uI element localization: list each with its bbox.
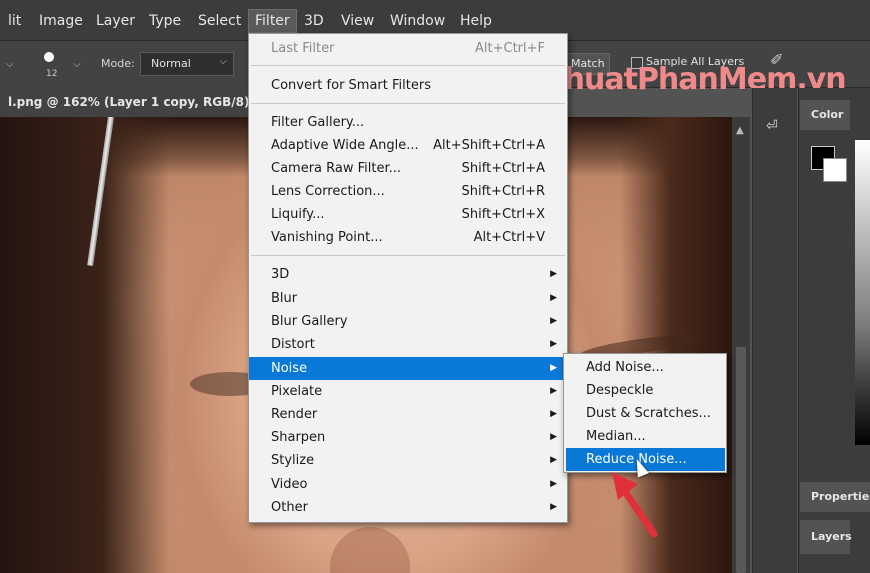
submenu-arrow-icon: ▶ xyxy=(550,479,557,489)
submenu-item-median[interactable]: Median... xyxy=(564,425,726,448)
menu-image[interactable]: Image xyxy=(33,10,89,32)
menu-item-distort[interactable]: Distort ▶ xyxy=(249,333,567,356)
vertical-scrollbar[interactable]: ▲ xyxy=(732,117,750,573)
menu-item-sharpen[interactable]: Sharpen ▶ xyxy=(249,426,567,449)
submenu-arrow-icon: ▶ xyxy=(550,409,557,419)
menu-item-adaptive-wide-angle[interactable]: Adaptive Wide Angle... Alt+Shift+Ctrl+A xyxy=(249,134,567,157)
menu-item-stylize[interactable]: Stylize ▶ xyxy=(249,449,567,472)
background-color-swatch[interactable] xyxy=(823,158,847,182)
menu-edit[interactable]: lit xyxy=(2,10,27,32)
filter-menu: Last Filter Alt+Ctrl+F Convert for Smart … xyxy=(248,33,568,523)
chevron-down-icon: ⌵ xyxy=(219,56,227,67)
submenu-arrow-icon: ▶ xyxy=(550,339,557,349)
photo-hair-left xyxy=(0,117,170,573)
submenu-arrow-icon: ▶ xyxy=(550,386,557,396)
mode-select[interactable]: Normal ⌵ xyxy=(140,52,234,76)
menu-item-vanishing-point[interactable]: Vanishing Point... Alt+Ctrl+V xyxy=(249,226,567,249)
menu-item-blur[interactable]: Blur ▶ xyxy=(249,287,567,310)
menu-view[interactable]: View xyxy=(335,10,380,32)
menu-item-3d[interactable]: 3D ▶ xyxy=(249,263,567,286)
menu-item-convert-smart-filters[interactable]: Convert for Smart Filters xyxy=(249,74,567,97)
history-icon[interactable]: ⏎ xyxy=(766,118,778,134)
menu-item-other[interactable]: Other ▶ xyxy=(249,496,567,519)
submenu-item-despeckle[interactable]: Despeckle xyxy=(564,379,726,402)
brush-size: 12 xyxy=(46,69,58,79)
submenu-arrow-icon: ▶ xyxy=(550,455,557,465)
submenu-arrow-icon: ▶ xyxy=(550,316,557,326)
menu-item-liquify[interactable]: Liquify... Shift+Ctrl+X xyxy=(249,203,567,226)
menu-item-last-filter: Last Filter Alt+Ctrl+F xyxy=(271,41,545,56)
menu-item-video[interactable]: Video ▶ xyxy=(249,473,567,496)
color-picker-field[interactable] xyxy=(855,140,870,445)
submenu-arrow-icon: ▶ xyxy=(550,293,557,303)
tab-layers[interactable]: Layers xyxy=(800,520,852,554)
menu-filter[interactable]: Filter xyxy=(248,9,297,33)
menu-help[interactable]: Help xyxy=(454,10,498,32)
menu-separator xyxy=(251,103,565,104)
menu-type[interactable]: Type xyxy=(143,10,187,32)
menu-item-camera-raw[interactable]: Camera Raw Filter... Shift+Ctrl+A xyxy=(249,157,567,180)
chevron-down-icon[interactable]: ⌵ xyxy=(6,59,14,70)
menu-item-noise[interactable]: Noise ▶ xyxy=(249,357,567,380)
red-annotation-arrow-icon xyxy=(612,472,658,538)
menu-item-render[interactable]: Render ▶ xyxy=(249,403,567,426)
mode-value: Normal xyxy=(151,57,191,70)
menu-layer[interactable]: Layer xyxy=(90,10,141,32)
scrollbar-thumb[interactable] xyxy=(736,347,746,573)
document-tab[interactable]: l.png @ 162% (Layer 1 copy, RGB/8) * xyxy=(0,87,248,117)
menu-3d[interactable]: 3D xyxy=(298,10,330,32)
submenu-arrow-icon: ▶ xyxy=(550,363,557,373)
tab-properties[interactable]: Properties xyxy=(800,482,870,512)
submenu-arrow-icon: ▶ xyxy=(550,502,557,512)
menu-separator xyxy=(251,65,565,66)
brush-picker-chevron-icon[interactable]: ⌵ xyxy=(73,59,81,70)
submenu-arrow-icon: ▶ xyxy=(550,432,557,442)
menu-item-pixelate[interactable]: Pixelate ▶ xyxy=(249,380,567,403)
menu-item-lens-correction[interactable]: Lens Correction... Shift+Ctrl+R xyxy=(249,180,567,203)
mode-label: Mode: xyxy=(101,57,135,70)
collapsed-panel-column xyxy=(752,88,797,573)
tab-color[interactable]: Color xyxy=(800,100,850,130)
menu-window[interactable]: Window xyxy=(384,10,451,32)
scroll-up-icon[interactable]: ▲ xyxy=(736,125,744,136)
photo-nose xyxy=(330,527,410,573)
submenu-arrow-icon: ▶ xyxy=(550,269,557,279)
submenu-item-dust-scratches[interactable]: Dust & Scratches... xyxy=(564,402,726,425)
menu-select[interactable]: Select xyxy=(192,10,247,32)
brush-preview-icon[interactable] xyxy=(44,52,54,62)
menu-item-blur-gallery[interactable]: Blur Gallery ▶ xyxy=(249,310,567,333)
menu-separator xyxy=(251,255,565,256)
noise-submenu: Add Noise... Despeckle Dust & Scratches.… xyxy=(563,353,727,473)
menu-item-filter-gallery[interactable]: Filter Gallery... xyxy=(249,111,567,134)
submenu-item-add-noise[interactable]: Add Noise... xyxy=(564,356,726,379)
